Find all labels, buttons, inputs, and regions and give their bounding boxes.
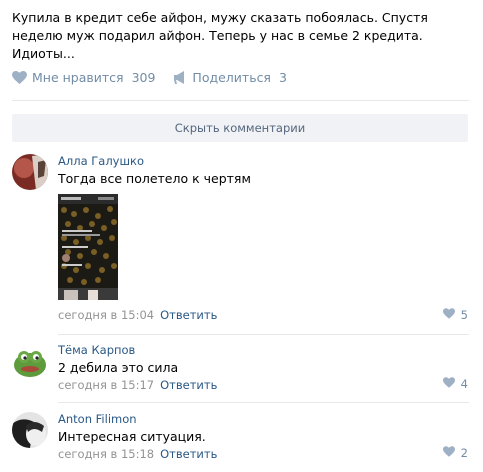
reply-link[interactable]: Ответить bbox=[160, 447, 217, 461]
comment: Тёма Карпов 2 дебила это сила сегодня в … bbox=[12, 343, 472, 395]
comment-date[interactable]: сегодня в 15:17 bbox=[58, 378, 154, 392]
comment-text: 2 дебила это сила bbox=[58, 360, 179, 375]
comment-meta: сегодня в 15:18 Ответить bbox=[58, 447, 472, 461]
post-text: Купила в кредит себе айфон, мужу сказать… bbox=[12, 10, 428, 61]
reply-link[interactable]: Ответить bbox=[160, 308, 217, 322]
comment-like-count: 2 bbox=[460, 446, 468, 460]
share-count: 3 bbox=[278, 70, 287, 85]
share-label: Поделиться bbox=[192, 70, 271, 85]
like-count: 309 bbox=[131, 70, 156, 85]
heart-icon bbox=[442, 308, 455, 322]
comment-like-button[interactable]: 5 bbox=[442, 308, 468, 322]
heart-icon bbox=[442, 446, 455, 460]
divider bbox=[12, 100, 469, 101]
avatar[interactable] bbox=[12, 343, 48, 379]
megaphone-icon bbox=[173, 71, 187, 84]
comment-like-button[interactable]: 2 bbox=[442, 446, 468, 460]
share-button[interactable]: Поделиться 3 bbox=[173, 70, 287, 85]
hide-comments-button[interactable]: Скрыть комментарии bbox=[12, 114, 468, 142]
comment-like-button[interactable]: 4 bbox=[442, 377, 468, 391]
comment-text: Тогда все полетело к чертям bbox=[58, 171, 251, 186]
like-label: Мне нравится bbox=[32, 70, 124, 85]
comment-date[interactable]: сегодня в 15:04 bbox=[58, 308, 154, 322]
comment-text: Интересная ситуация. bbox=[58, 429, 206, 444]
comment-date[interactable]: сегодня в 15:18 bbox=[58, 447, 154, 461]
divider bbox=[58, 402, 469, 403]
comment-like-count: 4 bbox=[460, 377, 468, 391]
comment-author[interactable]: Тёма Карпов bbox=[58, 343, 472, 357]
reply-link[interactable]: Ответить bbox=[160, 378, 217, 392]
heart-icon bbox=[12, 71, 27, 84]
attached-image[interactable] bbox=[58, 194, 118, 300]
comment-meta: сегодня в 15:04 Ответить bbox=[58, 308, 217, 322]
comment: Anton Filimon Интересная ситуация. сегод… bbox=[12, 412, 472, 464]
comment-like-count: 5 bbox=[460, 308, 468, 322]
comment-meta: сегодня в 15:17 Ответить bbox=[58, 378, 472, 392]
comment: Алла Галушко Тогда все полетело к чертям bbox=[12, 154, 472, 326]
like-button[interactable]: Мне нравится 309 bbox=[12, 70, 155, 85]
comment-author[interactable]: Anton Filimon bbox=[58, 412, 472, 426]
divider bbox=[58, 334, 469, 335]
comment-author[interactable]: Алла Галушко bbox=[58, 154, 472, 168]
heart-icon bbox=[442, 377, 455, 391]
avatar[interactable] bbox=[12, 154, 48, 190]
avatar[interactable] bbox=[12, 412, 48, 448]
post-actions: Мне нравится 309 Поделиться 3 bbox=[12, 70, 287, 85]
